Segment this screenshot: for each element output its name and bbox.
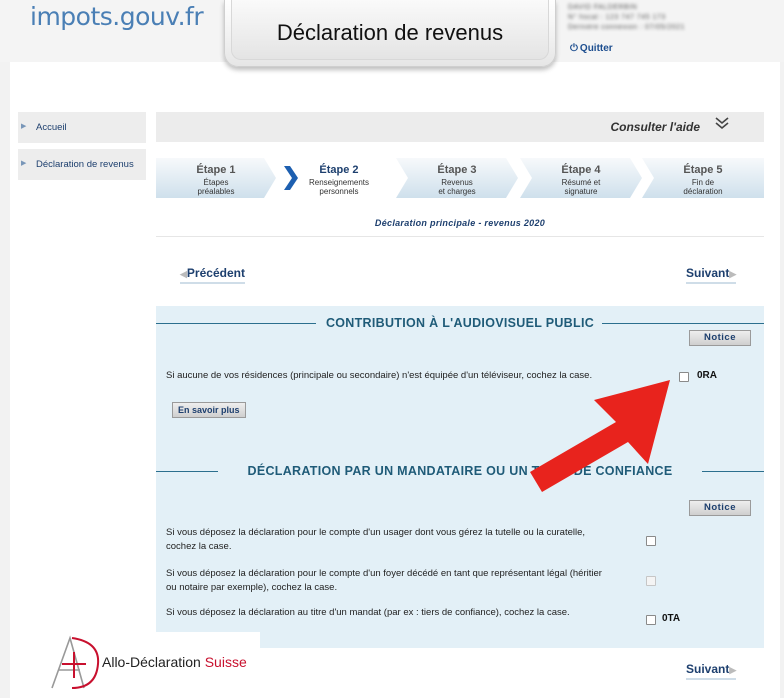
step-subtitle-line: Revenus <box>441 178 473 187</box>
step-subtitle-line: Fin de <box>691 178 715 187</box>
triangle-left-icon: ◀ <box>180 269 187 279</box>
checkbox-foyer-decede <box>646 576 656 586</box>
checkbox-tutelle[interactable] <box>646 536 656 546</box>
question-text: Si vous déposez la déclaration au titre … <box>166 607 570 618</box>
user-info-line: N° fiscal : 123 747 745 173 <box>568 14 666 21</box>
sidebar-item-label: Déclaration de revenus <box>36 159 134 170</box>
sidebar-item-accueil[interactable]: ▶ Accueil <box>18 112 146 143</box>
step-title: Étape 1 <box>196 164 236 176</box>
next-link-bottom[interactable]: Suivant▶ <box>686 662 737 680</box>
declaration-label: Déclaration principale - revenus 2020 <box>374 218 546 228</box>
user-info-line: DAVID FALDERBIN <box>568 4 638 11</box>
step-subtitle-line: Étapes <box>203 178 229 187</box>
watermark-text-main: Allo-Déclaration <box>102 654 201 670</box>
step-3: Étape 3 Revenus et charges <box>396 158 518 198</box>
question-text: Si vous déposez la déclaration pour le c… <box>166 527 586 552</box>
step-title: Étape 4 <box>561 164 601 176</box>
user-info: DAVID FALDERBIN N° fiscal : 123 747 745 … <box>568 4 768 34</box>
sidebar-item-declaration[interactable]: ▶ Déclaration de revenus <box>18 149 146 180</box>
header: impots.gouv.fr Déclaration de revenus DA… <box>0 0 784 67</box>
step-subtitle-line: signature <box>564 187 598 196</box>
step-subtitle-line: et charges <box>438 187 476 196</box>
section-title: CONTRIBUTION À L'AUDIOVISUEL PUBLIC <box>325 316 595 330</box>
step-4: Étape 4 Résumé et signature <box>520 158 642 198</box>
step-subtitle: Étapes préalables <box>156 178 276 196</box>
step-subtitle: Fin de déclaration <box>642 178 764 196</box>
double-chevron-down-icon <box>714 116 730 133</box>
step-subtitle-line: Résumé et <box>561 178 601 187</box>
step-subtitle: Revenus et charges <box>396 178 518 196</box>
next-label: Suivant <box>686 662 730 676</box>
page-title: Déclaration de revenus <box>276 20 504 45</box>
checkbox-0ta[interactable] <box>646 615 656 625</box>
title-tab: Déclaration de revenus <box>224 0 556 67</box>
previous-label: Précédent <box>186 266 245 280</box>
triangle-right-icon: ▶ <box>21 123 27 130</box>
divider <box>156 236 764 237</box>
quitter-label: Quitter <box>579 43 613 54</box>
sidebar: ▶ Accueil ▶ Déclaration de revenus <box>18 112 146 186</box>
question-text: Si vous déposez la déclaration pour le c… <box>166 568 602 593</box>
checkbox-0ra[interactable] <box>679 372 689 382</box>
field-code: 0TA <box>662 613 681 624</box>
watermark: Allo-Déclaration Suisse <box>40 632 260 694</box>
notice-button[interactable]: Notice <box>689 330 751 346</box>
en-savoir-plus-button[interactable]: En savoir plus <box>172 402 246 418</box>
site-logo[interactable]: impots.gouv.fr <box>30 2 204 31</box>
user-info-line: Dernière connexion : 07/05/2021 <box>568 24 686 31</box>
watermark-text: Allo-Déclaration Suisse <box>102 654 247 670</box>
help-bar[interactable]: Consulter l'aide <box>156 112 764 142</box>
power-icon: ⏻ <box>570 43 578 54</box>
triangle-right-icon: ▶ <box>729 665 737 675</box>
quitter-link[interactable]: ⏻ Quitter <box>570 43 613 54</box>
red-arrow-annotation <box>530 380 670 492</box>
step-subtitle: Résumé et signature <box>520 178 642 196</box>
step-subtitle-line: préalables <box>197 187 235 196</box>
section-header: CONTRIBUTION À L'AUDIOVISUEL PUBLIC <box>156 314 764 334</box>
watermark-text-accent: Suisse <box>204 654 247 670</box>
triangle-right-icon: ▶ <box>729 269 737 279</box>
notice-button[interactable]: Notice <box>689 500 751 516</box>
allo-declaration-logo-icon <box>51 635 100 689</box>
field-code: 0RA <box>697 370 718 381</box>
next-link[interactable]: Suivant▶ <box>686 266 737 284</box>
step-1: Étape 1 Étapes préalables <box>156 158 276 198</box>
previous-link[interactable]: ◀Précédent <box>180 266 245 284</box>
sidebar-item-label: Accueil <box>36 122 67 133</box>
step-5: Étape 5 Fin de déclaration <box>642 158 764 198</box>
help-label: Consulter l'aide <box>610 120 700 134</box>
triangle-right-icon: ▶ <box>21 160 27 167</box>
step-title: Étape 3 <box>437 164 477 176</box>
step-title: Étape 5 <box>683 164 723 176</box>
next-label: Suivant <box>686 266 730 280</box>
steps-progress: Étape 1 Étapes préalables Étape 2 Renseig… <box>156 158 764 198</box>
chevron-right-icon <box>284 166 298 190</box>
step-subtitle-line: déclaration <box>683 187 723 196</box>
